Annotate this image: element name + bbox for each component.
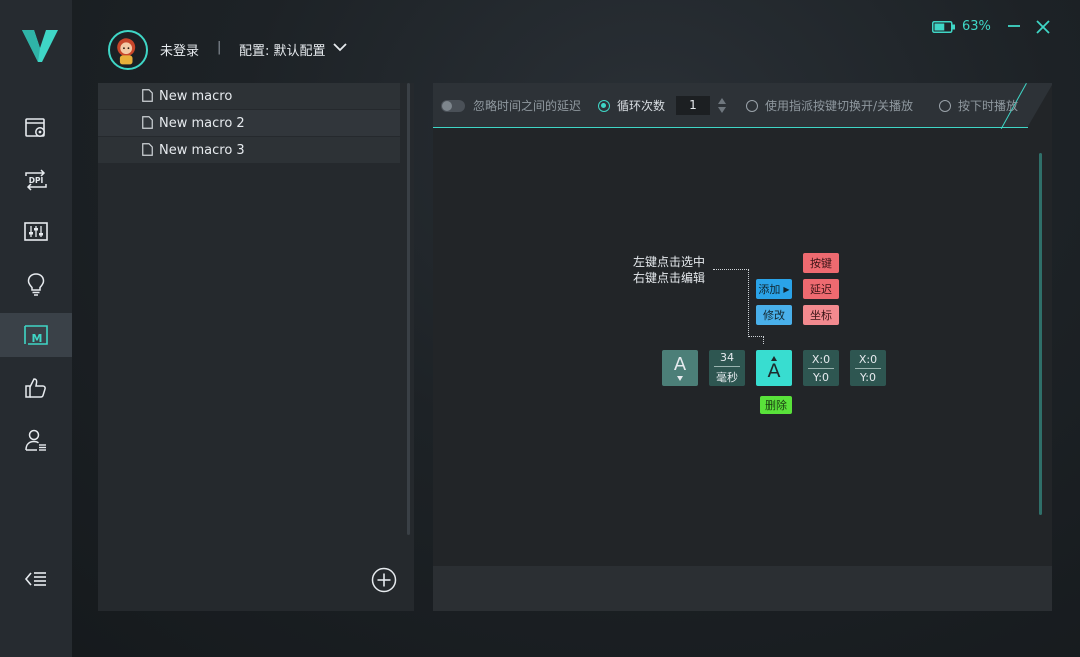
- settings-icon: [25, 118, 45, 137]
- ignore-delay-toggle[interactable]: [441, 99, 465, 112]
- hold-play-option[interactable]: 按下时播放: [939, 97, 1018, 114]
- dpi-icon: DPI: [25, 169, 47, 191]
- hold-play-label: 按下时播放: [958, 99, 1019, 113]
- action-key-down[interactable]: A: [662, 350, 698, 386]
- modify-button[interactable]: 修改: [756, 305, 792, 325]
- file-icon: [142, 89, 153, 102]
- action-key-label: A: [673, 353, 687, 375]
- avatar[interactable]: [108, 30, 148, 70]
- delay-value: 34: [720, 351, 734, 364]
- action-key-up-selected[interactable]: A: [756, 350, 792, 386]
- sidebar: DPI M: [0, 0, 72, 657]
- editor-scrollbar[interactable]: [1039, 153, 1042, 515]
- toggle-mode-label: 使用指派按键切换开/关播放: [765, 99, 914, 113]
- add-delay-label: 延迟: [810, 283, 832, 296]
- minimize-icon[interactable]: [1006, 18, 1022, 34]
- close-icon[interactable]: [1034, 18, 1052, 36]
- header-separator: |: [217, 40, 222, 55]
- action-key-label: A: [767, 359, 781, 382]
- lightbulb-icon: [27, 273, 45, 296]
- add-coord-button[interactable]: 坐标: [803, 305, 839, 325]
- coord-y: Y:0: [860, 370, 876, 384]
- toggle-mode-option[interactable]: 使用指派按键切换开/关播放: [746, 97, 913, 114]
- action-delay[interactable]: 34 毫秒: [709, 350, 745, 386]
- file-icon: [142, 116, 153, 129]
- macro-item[interactable]: New macro: [98, 83, 400, 109]
- hint-line-2: 右键点击编辑: [633, 271, 706, 285]
- loop-count-radio[interactable]: [598, 99, 610, 112]
- hint-connector: [713, 269, 749, 270]
- hint-line-1: 左键点击选中: [633, 255, 706, 269]
- nav-equalizer[interactable]: [0, 210, 72, 254]
- delete-button[interactable]: 删除: [760, 396, 792, 414]
- editor-footer: [433, 566, 1052, 611]
- key-down-arrow-icon: [677, 375, 683, 381]
- sidebar-collapse-button[interactable]: [0, 557, 72, 601]
- hint-connector: [748, 269, 749, 337]
- add-delay-button[interactable]: 延迟: [803, 279, 839, 299]
- macro-item[interactable]: New macro 3: [98, 137, 400, 163]
- chevron-down-icon[interactable]: [333, 43, 347, 53]
- coord-y: Y:0: [813, 370, 829, 384]
- add-coord-label: 坐标: [810, 309, 832, 322]
- coord-x: X:0: [811, 352, 831, 366]
- action-coordinate[interactable]: X:0 Y:0: [803, 350, 839, 386]
- caret-right-icon: ▶: [783, 284, 790, 294]
- toggle-mode-radio[interactable]: [746, 99, 758, 112]
- battery-icon: [932, 21, 955, 33]
- macro-icon: M: [24, 325, 48, 345]
- loop-count-input[interactable]: 1: [676, 96, 710, 115]
- modify-button-label: 修改: [763, 309, 785, 322]
- macro-item-label: New macro 2: [159, 115, 245, 131]
- file-icon: [142, 143, 153, 156]
- loop-count-option[interactable]: 循环次数: [598, 97, 665, 114]
- hint-connector: [763, 336, 764, 344]
- logo-icon: [22, 30, 58, 62]
- avatar-icon: [117, 38, 136, 65]
- loop-count-label: 循环次数: [617, 99, 666, 113]
- macro-item[interactable]: New macro 2: [98, 110, 400, 136]
- editor-hint: 左键点击选中 右键点击编辑: [633, 254, 705, 286]
- delete-button-label: 删除: [765, 399, 787, 412]
- macro-list-panel: New macro New macro 2 New macro 3: [98, 83, 414, 611]
- equalizer-icon: [24, 222, 48, 241]
- macro-list-scrollbar[interactable]: [407, 83, 410, 535]
- login-status[interactable]: 未登录: [160, 40, 199, 59]
- thumbs-up-icon: [25, 378, 46, 398]
- action-coordinate[interactable]: X:0 Y:0: [850, 350, 886, 386]
- add-button[interactable]: 添加 ▶: [756, 279, 792, 299]
- add-macro-icon[interactable]: [371, 567, 397, 593]
- macro-item-label: New macro 3: [159, 142, 245, 158]
- macro-item-label: New macro: [159, 88, 233, 104]
- nav-dpi[interactable]: DPI: [0, 158, 72, 202]
- hold-play-radio[interactable]: [939, 99, 951, 112]
- ignore-delay-label: 忽略时间之间的延迟: [473, 99, 582, 113]
- macro-editor: 忽略时间之间的延迟 循环次数 1 使用指派按键切换开/关播放 按下时播放 左键点…: [433, 83, 1052, 611]
- add-key-label: 按键: [810, 257, 832, 270]
- loop-count-stepper-icon[interactable]: [717, 96, 727, 115]
- nav-account[interactable]: [0, 418, 72, 462]
- menu-collapse-icon: [24, 572, 46, 586]
- macro-icon-text: M: [32, 332, 43, 345]
- ignore-delay-option[interactable]: 忽略时间之间的延迟: [441, 97, 581, 114]
- dpi-icon-text: DPI: [29, 176, 44, 185]
- add-key-button[interactable]: 按键: [803, 253, 839, 273]
- nav-macro[interactable]: M: [0, 313, 72, 357]
- nav-lighting[interactable]: [0, 262, 72, 306]
- user-icon: [25, 429, 46, 451]
- config-selector[interactable]: 配置: 默认配置: [239, 40, 326, 59]
- hint-connector: [748, 336, 764, 337]
- add-button-label: 添加: [758, 283, 781, 296]
- nav-settings[interactable]: [0, 106, 72, 150]
- nav-recommend[interactable]: [0, 366, 72, 410]
- battery-percent: 63%: [962, 19, 991, 34]
- coord-x: X:0: [858, 352, 878, 366]
- delay-unit: 毫秒: [716, 371, 738, 384]
- toolbar-accent-line: [433, 127, 1028, 128]
